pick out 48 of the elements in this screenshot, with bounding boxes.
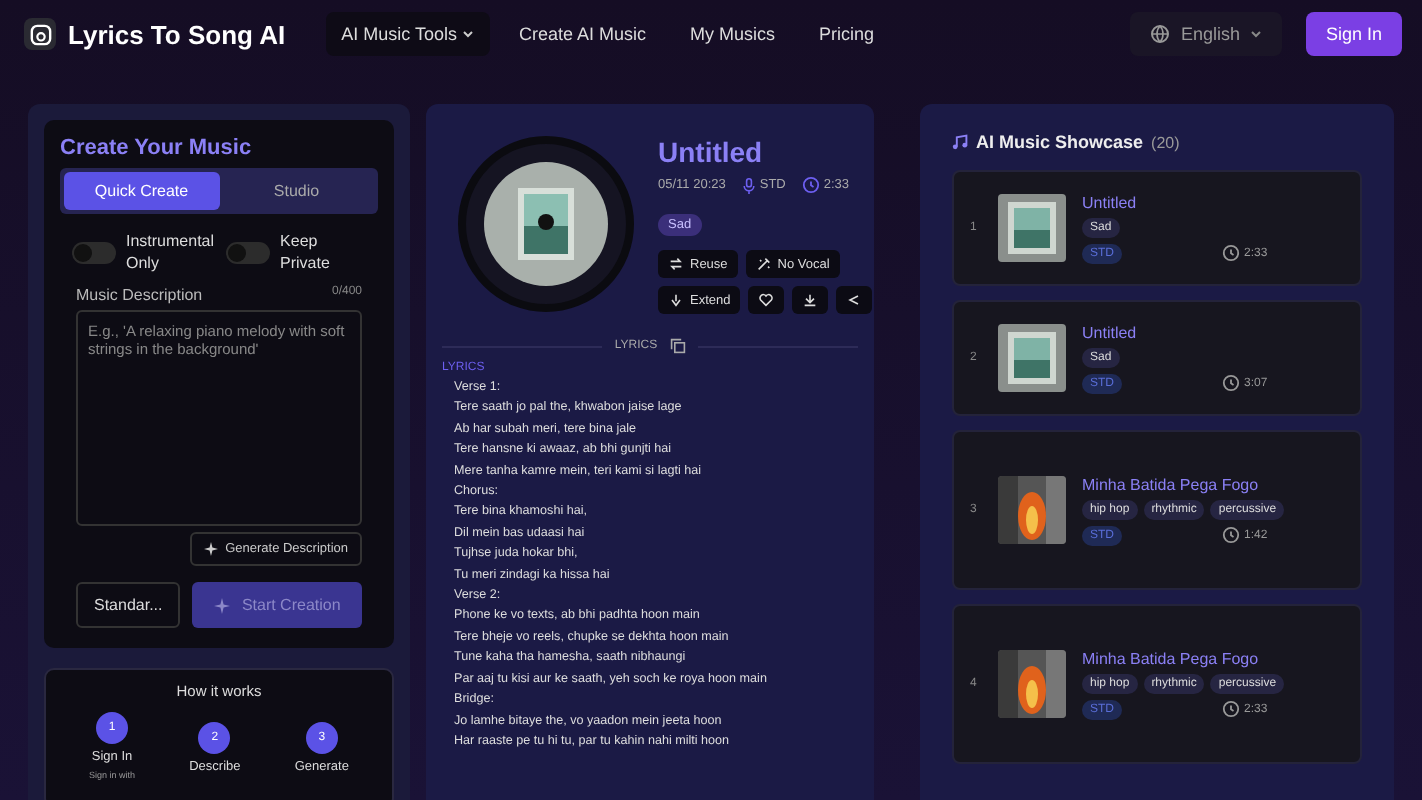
clock-icon — [1222, 244, 1240, 262]
copy-icon[interactable] — [669, 338, 686, 354]
toggle-label: Keep Private — [280, 230, 332, 274]
nav-link[interactable]: AI Music Tools — [325, 12, 491, 56]
sparkle-icon — [213, 597, 230, 613]
logo-icon — [24, 18, 56, 50]
mode-tab[interactable]: Quick Create — [64, 172, 219, 210]
clock-icon — [1222, 374, 1240, 392]
repeat-icon — [668, 256, 684, 272]
share-button[interactable] — [836, 286, 873, 314]
song-title: Minha Batida Pega Fogo — [1082, 475, 1261, 493]
clock-icon — [1222, 526, 1240, 544]
toggle-switch[interactable] — [72, 241, 116, 263]
sparkle-icon — [203, 542, 218, 556]
chevron-down-icon — [462, 28, 475, 40]
microphone-icon — [741, 177, 756, 193]
song-title: Untitled — [1082, 193, 1139, 211]
nav-link[interactable]: Create AI Music — [502, 12, 662, 56]
download-icon — [802, 292, 819, 308]
brand-name: Lyrics To Song AI — [68, 19, 286, 49]
sign-in-button[interactable]: Sign In — [1305, 12, 1402, 56]
toggle-switch[interactable] — [226, 241, 271, 263]
showcase-count: (20) — [1151, 133, 1180, 151]
model-select[interactable]: Standar... — [76, 582, 181, 628]
clock-icon — [1222, 700, 1240, 718]
download-button[interactable] — [792, 286, 829, 314]
music-note-icon — [952, 134, 968, 150]
chevron-down-icon — [1249, 28, 1262, 40]
song-title: Minha Batida Pega Fogo — [1082, 649, 1261, 667]
nav-link[interactable]: Pricing — [802, 12, 890, 56]
language-selector[interactable]: English — [1130, 12, 1282, 56]
heart-icon — [758, 292, 775, 308]
description-label: Music Description — [76, 286, 203, 304]
showcase-title: AI Music Showcase — [976, 132, 1144, 152]
framed-painting-image — [998, 194, 1066, 262]
fiery-street-image — [998, 650, 1066, 718]
globe-icon — [1150, 24, 1171, 44]
framed-painting-image — [998, 324, 1066, 392]
mode-tab[interactable]: Studio — [219, 172, 374, 210]
nav-link[interactable]: My Musics — [673, 12, 791, 56]
magic-wand-icon — [755, 256, 772, 272]
song-title: Untitled — [658, 136, 765, 168]
create-title: Create Your Music — [60, 136, 254, 160]
like-button[interactable] — [748, 286, 785, 314]
song-title: Untitled — [1082, 323, 1139, 341]
fiery-street-image — [998, 476, 1066, 544]
toggle-label: Instrumental Only — [126, 230, 215, 274]
clock-icon — [801, 176, 820, 194]
